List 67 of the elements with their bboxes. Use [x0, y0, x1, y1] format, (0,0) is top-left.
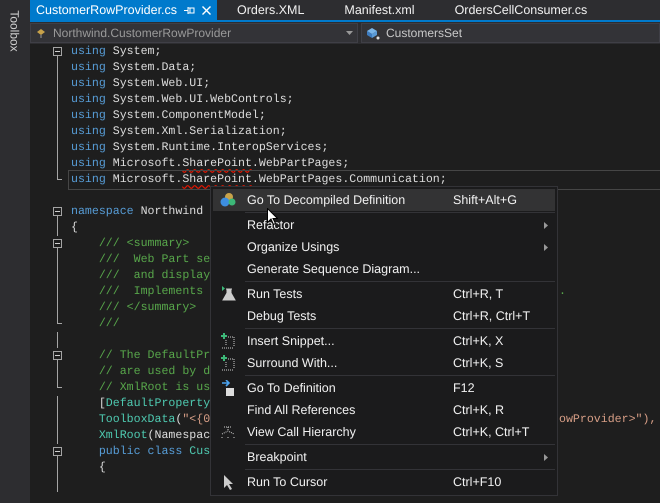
code-line: { — [70, 220, 78, 236]
code-fragment: . — [559, 284, 566, 300]
document-tab[interactable]: CustomerRowProvider.cs — [30, 0, 218, 20]
code-line: using System.Data; — [70, 60, 196, 76]
code-line: using System.Runtime.InteropServices; — [70, 140, 328, 156]
code-fragment: owProvider>"), — [559, 412, 656, 428]
menu-item[interactable]: Insert Snippet... Ctrl+K, X — [213, 330, 555, 352]
gear-icon — [220, 192, 236, 208]
menu-item[interactable]: Run Tests Ctrl+R, T — [213, 283, 555, 305]
code-line: /// <summary> — [98, 236, 190, 252]
toolbox-label[interactable]: Toolbox — [6, 10, 24, 52]
collapse-icon[interactable] — [53, 447, 62, 456]
menu-item[interactable]: Surround With... Ctrl+K, S — [213, 352, 555, 374]
type-dropdown[interactable]: Northwind.CustomerRowProvider — [30, 23, 358, 43]
code-line: using System; — [70, 44, 162, 60]
code-line: /// </summary> — [98, 300, 196, 316]
code-line: /// — [98, 316, 120, 332]
pin-icon[interactable] — [184, 6, 196, 14]
document-tab[interactable]: OrdersCellConsumer.cs — [448, 0, 594, 20]
flask-icon — [220, 286, 236, 302]
collapse-icon[interactable] — [53, 47, 62, 56]
code-line: using System.Xml.Serialization; — [70, 124, 287, 140]
code-line: ToolboxData("<{0 — [98, 412, 210, 428]
snippet-icon — [220, 355, 236, 371]
code-line: /// Implements — [98, 284, 204, 300]
code-line: // XmlRoot is us — [98, 380, 210, 396]
code-line: /// Web Part se — [98, 252, 210, 268]
menu-item[interactable]: Run To Cursor Ctrl+F10 — [213, 471, 555, 493]
code-line: using System.Web.UI.WebControls; — [70, 92, 294, 108]
document-tab[interactable]: Orders.XML — [231, 0, 310, 20]
menu-item[interactable]: Generate Sequence Diagram... — [213, 258, 555, 280]
submenu-arrow-icon — [544, 454, 548, 460]
caret-icon — [346, 31, 353, 35]
document-tab[interactable]: Manifest.xml — [338, 0, 421, 20]
menu-item[interactable]: Refactor — [213, 214, 555, 236]
close-icon[interactable] — [202, 6, 212, 14]
collapse-icon[interactable] — [53, 351, 62, 360]
class-icon — [35, 27, 47, 39]
toolbox-strip[interactable]: Toolbox — [0, 0, 30, 503]
code-line: using Microsoft.SharePoint.WebPartPages.Communication; — [69, 171, 660, 189]
collapse-icon[interactable] — [53, 207, 62, 216]
collapse-icon[interactable] — [53, 239, 62, 248]
menu-item[interactable]: Organize Usings — [213, 236, 555, 258]
menu-item[interactable]: Go To Decompiled Definition Shift+Alt+G — [213, 189, 555, 211]
code-line: using System.Web.UI; — [70, 76, 210, 92]
code-line: // are used by d — [98, 364, 210, 380]
code-line: [DefaultProperty — [98, 396, 210, 412]
code-line: namespace Northwind — [70, 204, 204, 220]
snippet-icon — [220, 333, 236, 349]
code-line: XmlRoot(Namespac — [98, 428, 210, 444]
cube-icon — [366, 26, 380, 40]
code-line: // The DefaultPr — [98, 348, 210, 364]
submenu-arrow-icon — [544, 244, 548, 250]
member-dropdown[interactable]: CustomersSet — [361, 23, 660, 43]
code-line: /// and display — [98, 268, 210, 284]
hierarchy-icon — [220, 424, 236, 440]
code-line: using Microsoft.SharePoint.WebPartPages; — [70, 156, 350, 172]
code-line: using System.ComponentModel; — [70, 108, 266, 124]
menu-item[interactable]: Go To Definition F12 — [213, 377, 555, 399]
go-to-icon — [220, 380, 236, 396]
menu-item[interactable]: Debug Tests Ctrl+R, Ctrl+T — [213, 305, 555, 327]
code-line: { — [98, 460, 106, 476]
submenu-arrow-icon — [544, 222, 548, 228]
menu-item[interactable]: Breakpoint — [213, 446, 555, 468]
menu-item[interactable]: Find All References Ctrl+K, R — [213, 399, 555, 421]
menu-item[interactable]: View Call Hierarchy Ctrl+K, Ctrl+T — [213, 421, 555, 443]
code-line: public class Cus — [98, 444, 210, 460]
